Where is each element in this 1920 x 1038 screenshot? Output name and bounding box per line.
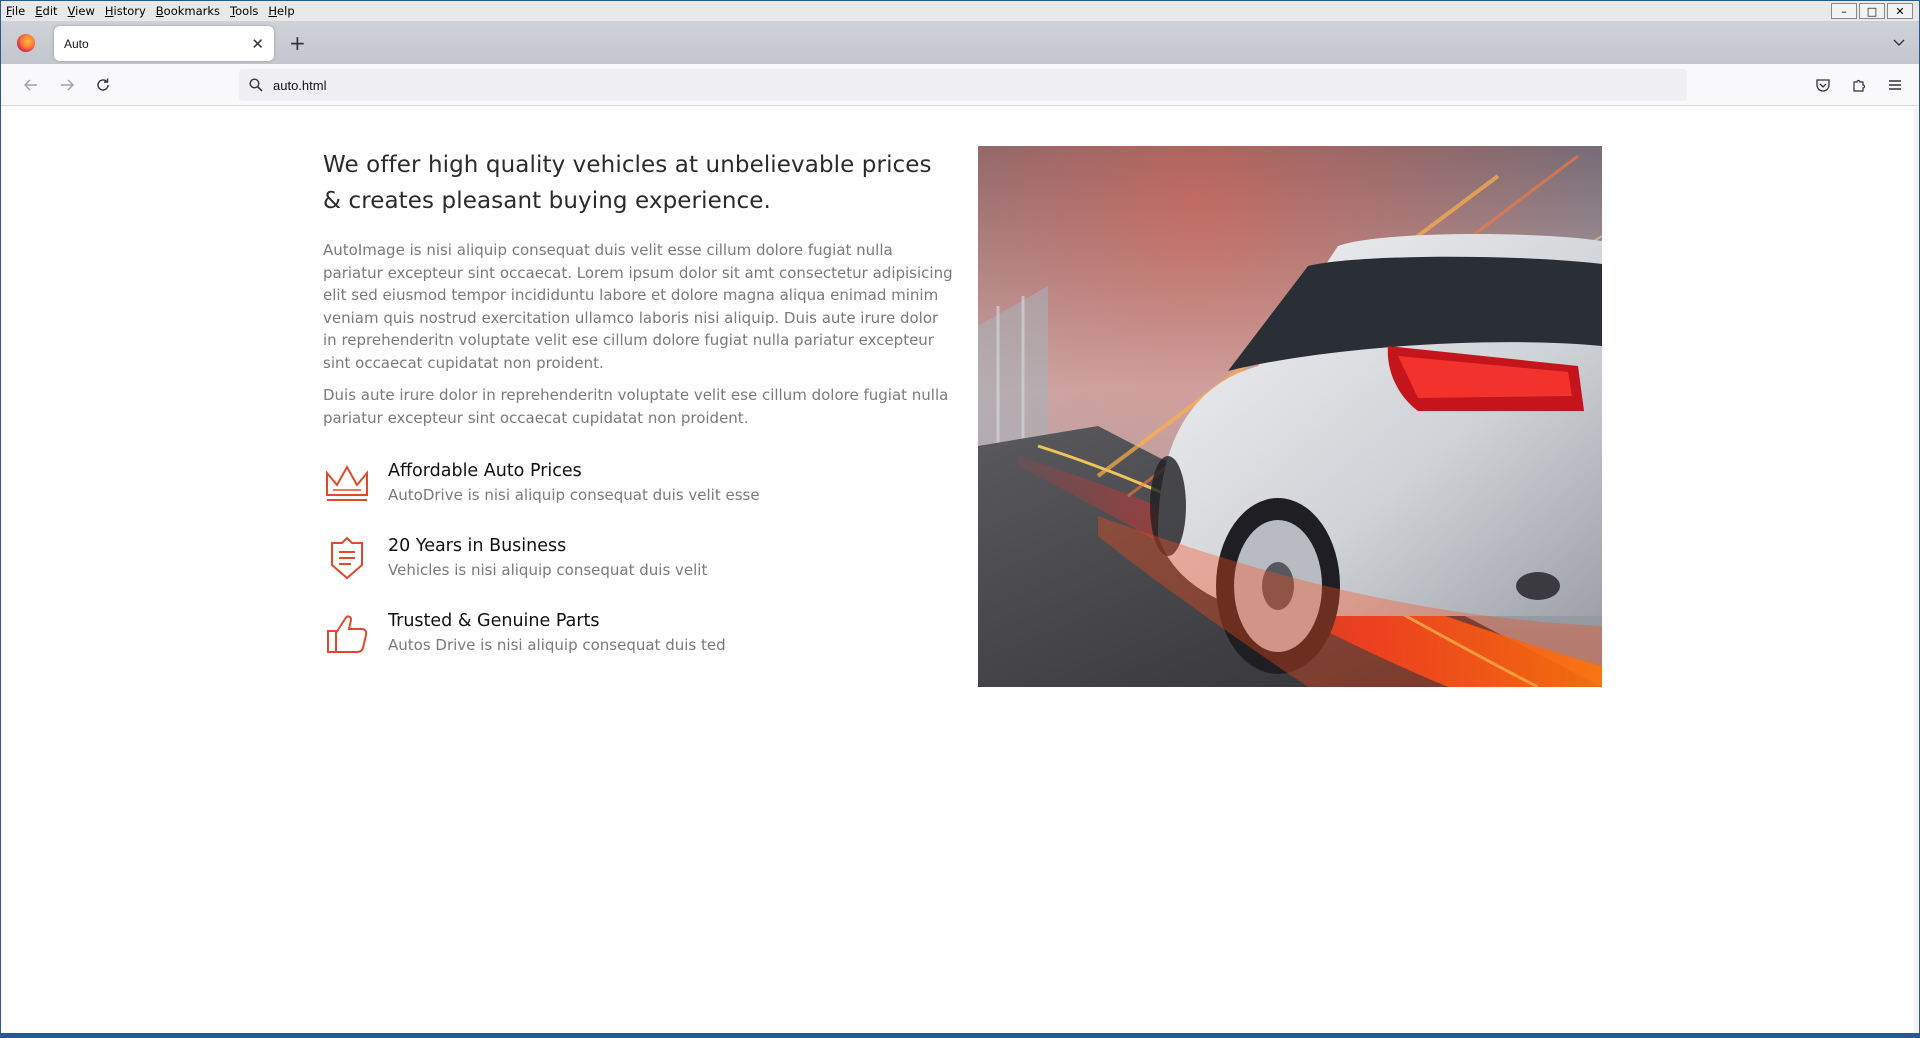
minimize-button[interactable]: – [1831, 3, 1857, 19]
feature-title: Affordable Auto Prices [388, 461, 582, 481]
section-headline: We offer high quality vehicles at unbeli… [323, 152, 932, 214]
page-viewport: We offer high quality vehicles at unbeli… [6, 107, 1916, 1035]
reload-icon[interactable] [93, 75, 113, 95]
tab-strip: Auto ✕ + [1, 21, 1919, 64]
menu-bookmarks[interactable]: Bookmarks [151, 1, 225, 21]
crown-icon [323, 459, 371, 507]
menu-tools[interactable]: Tools [225, 1, 263, 21]
window-bottom-border [1, 1033, 1919, 1037]
menu-edit[interactable]: Edit [30, 1, 62, 21]
address-bar[interactable]: auto.html [239, 69, 1687, 101]
shield-document-icon [323, 534, 371, 582]
hamburger-menu-icon[interactable] [1885, 75, 1905, 95]
window-controls: – □ ✕ [1831, 3, 1913, 19]
tab-close-icon[interactable]: ✕ [251, 35, 264, 53]
extensions-puzzle-icon[interactable] [1849, 75, 1869, 95]
feature-description: Vehicles is nisi aliquip consequat duis … [388, 561, 708, 579]
new-tab-button[interactable]: + [289, 33, 306, 53]
car-hero-image [978, 146, 1602, 687]
maximize-button[interactable]: □ [1859, 3, 1885, 19]
tab-title: Auto [64, 36, 89, 51]
about-section: We offer high quality vehicles at unbeli… [323, 147, 955, 684]
navigation-toolbar: auto.html [1, 64, 1919, 106]
menu-help[interactable]: Help [263, 1, 299, 21]
url-text: auto.html [273, 77, 327, 93]
feature-list: Affordable Auto Prices AutoDrive is nisi… [323, 459, 955, 684]
menu-file[interactable]: File [1, 1, 30, 21]
menu-view[interactable]: View [63, 1, 100, 21]
feature-item: 20 Years in Business Vehicles is nisi al… [323, 534, 955, 609]
back-arrow-icon[interactable] [21, 75, 41, 95]
close-window-button[interactable]: ✕ [1887, 3, 1913, 19]
menu-bar: File Edit View History Bookmarks Tools H… [1, 1, 1919, 21]
firefox-logo-icon[interactable] [17, 34, 35, 52]
search-icon [249, 78, 263, 92]
secondary-paragraph: Duis aute irure dolor in reprehenderitn … [323, 386, 949, 427]
scrollbar-track[interactable] [1914, 107, 1919, 1035]
thumbs-up-icon [323, 609, 371, 657]
forward-arrow-icon[interactable] [57, 75, 77, 95]
feature-title: 20 Years in Business [388, 536, 567, 556]
browser-window: File Edit View History Bookmarks Tools H… [0, 0, 1920, 1038]
tab-auto[interactable]: Auto ✕ [54, 26, 274, 61]
menu-history[interactable]: History [100, 1, 151, 21]
pocket-icon[interactable] [1813, 75, 1833, 95]
feature-item: Affordable Auto Prices AutoDrive is nisi… [323, 459, 955, 534]
feature-description: Autos Drive is nisi aliquip consequat du… [388, 636, 726, 654]
intro-paragraph: AutoImage is nisi aliquip consequat duis… [323, 241, 953, 372]
feature-title: Trusted & Genuine Parts [388, 611, 600, 631]
list-all-tabs-icon[interactable] [1893, 36, 1905, 48]
feature-item: Trusted & Genuine Parts Autos Drive is n… [323, 609, 955, 684]
feature-description: AutoDrive is nisi aliquip consequat duis… [388, 486, 760, 504]
